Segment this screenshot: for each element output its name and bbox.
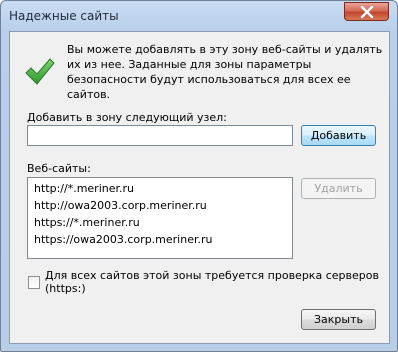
https-verification-label[interactable]: Для всех сайтов этой зоны требуется пров… <box>45 269 389 295</box>
list-item[interactable]: http://owa2003.corp.meriner.ru <box>28 197 292 214</box>
close-button[interactable]: Закрыть <box>301 309 376 330</box>
add-button[interactable]: Добавить <box>301 125 376 146</box>
websites-label: Веб-сайты: <box>27 162 91 175</box>
list-item[interactable]: https://*.meriner.ru <box>28 214 292 231</box>
window-title: Надежные сайты <box>9 9 119 23</box>
dialog-window: Надежные сайты Вы можете добавлять в эту… <box>0 0 398 352</box>
https-verification-checkbox[interactable] <box>28 275 41 289</box>
https-verification-option[interactable]: Для всех сайтов этой зоны требуется пров… <box>28 269 389 295</box>
add-site-label: Добавить в зону следующий узел: <box>27 111 227 124</box>
list-item[interactable]: http://*.meriner.ru <box>28 180 292 197</box>
close-icon <box>360 5 373 18</box>
zone-description: Вы можете добавлять в эту зону веб-сайты… <box>67 43 383 101</box>
checkmark-icon <box>25 58 55 85</box>
title-bar[interactable]: Надежные сайты <box>1 1 397 31</box>
window-close-button[interactable] <box>344 2 389 21</box>
remove-button[interactable]: Удалить <box>301 178 376 199</box>
dialog-content: Вы можете добавлять в эту зону веб-сайты… <box>9 31 390 344</box>
list-item[interactable]: https://owa2003.corp.meriner.ru <box>28 231 292 248</box>
add-site-input[interactable] <box>27 125 293 146</box>
websites-list[interactable]: http://*.meriner.ru http://owa2003.corp.… <box>27 177 293 259</box>
